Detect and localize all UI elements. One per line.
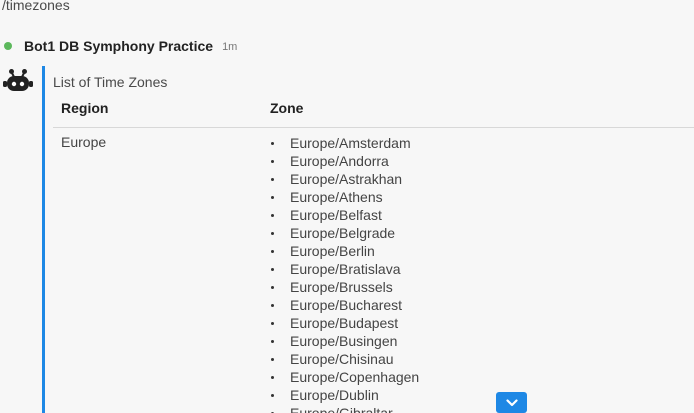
zone-list-item: Europe/Brussels [270, 278, 419, 296]
zone-list-item: Europe/Athens [270, 188, 419, 206]
zone-list-item: Europe/Astrakhan [270, 170, 419, 188]
zone-list-item: Europe/Copenhagen [270, 368, 419, 386]
zone-list-item: Europe/Andorra [270, 152, 419, 170]
column-header-region: Region [61, 100, 109, 116]
message-timestamp: 1m [222, 41, 238, 53]
zone-list-item: Europe/Chisinau [270, 350, 419, 368]
command-text: /timezones [2, 0, 70, 13]
sender-name[interactable]: Bot1 DB Symphony Practice [24, 38, 213, 54]
zone-list-item: Europe/Bucharest [270, 296, 419, 314]
zone-list-item: Europe/Busingen [270, 332, 419, 350]
zone-list-item: Europe/Amsterdam [270, 134, 419, 152]
robot-icon[interactable] [3, 67, 33, 95]
column-header-zone: Zone [270, 100, 304, 116]
zone-list-item: Europe/Berlin [270, 242, 419, 260]
zone-list-item: Europe/Budapest [270, 314, 419, 332]
chevron-down-icon [505, 398, 518, 406]
chat-stage: /timezones Bot1 DB Symphony Practice 1m … [0, 0, 694, 413]
message-header: Bot1 DB Symphony Practice 1m [4, 37, 237, 55]
message-accent-bar [42, 66, 45, 413]
scroll-down-button[interactable] [496, 392, 527, 413]
zone-list-item: Europe/Dublin [270, 386, 419, 404]
zone-list-item: Europe/Belfast [270, 206, 419, 224]
zone-list-item: Europe/Gibraltar [270, 404, 419, 413]
table-divider [53, 127, 694, 128]
card-title: List of Time Zones [53, 74, 168, 90]
zone-list: Europe/Amsterdam Europe/Andorra Europe/A… [270, 134, 419, 413]
zone-list-item: Europe/Bratislava [270, 260, 419, 278]
online-status-icon [4, 42, 12, 50]
region-cell: Europe [61, 134, 107, 150]
zone-list-item: Europe/Belgrade [270, 224, 419, 242]
